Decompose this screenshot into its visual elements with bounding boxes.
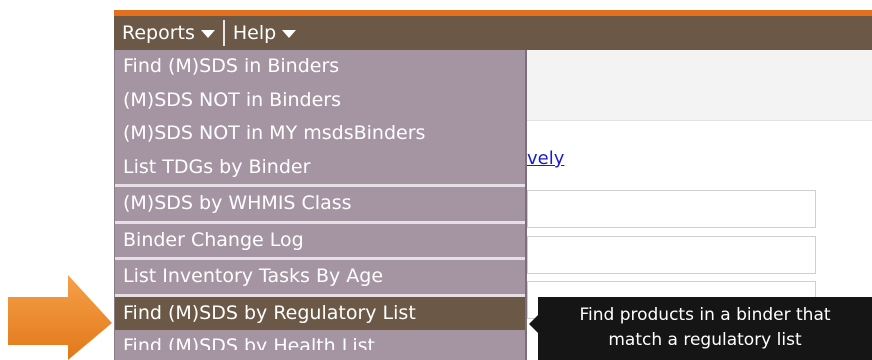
text-field[interactable] bbox=[527, 190, 816, 228]
tooltip-line: match a regulatory list bbox=[608, 330, 802, 350]
menu-item-find-msds-by-health-list[interactable]: Find (M)SDS by Health List bbox=[115, 330, 525, 350]
content-link[interactable]: vely bbox=[527, 148, 564, 169]
reports-menu-button[interactable]: Reports bbox=[114, 16, 223, 50]
tooltip-line: Find products in a binder that bbox=[579, 305, 831, 325]
arrow-right-icon bbox=[8, 275, 112, 360]
help-menu-label: Help bbox=[232, 22, 277, 44]
help-menu-button[interactable]: Help bbox=[225, 16, 304, 50]
menu-item-list-inventory-tasks[interactable]: List Inventory Tasks By Age bbox=[115, 257, 525, 294]
menu-item-binder-change-log[interactable]: Binder Change Log bbox=[115, 220, 525, 258]
reports-menu-label: Reports bbox=[122, 22, 195, 44]
caret-down-icon bbox=[282, 30, 297, 38]
menu-item-find-msds-in-binders[interactable]: Find (M)SDS in Binders bbox=[115, 50, 525, 84]
reports-dropdown-menu: Find (M)SDS in Binders (M)SDS NOT in Bin… bbox=[114, 50, 527, 360]
menu-item-msds-not-in-my-binders[interactable]: (M)SDS NOT in MY msdsBinders bbox=[115, 117, 525, 151]
menu-separator bbox=[222, 20, 225, 46]
caret-down-icon bbox=[200, 30, 215, 38]
menu-item-msds-not-in-binders[interactable]: (M)SDS NOT in Binders bbox=[115, 84, 525, 118]
menu-bar: Reports Help bbox=[114, 16, 872, 50]
menu-item-msds-by-whmis-class[interactable]: (M)SDS by WHMIS Class bbox=[115, 184, 525, 221]
menu-item-find-msds-by-regulatory-list[interactable]: Find (M)SDS by Regulatory List bbox=[115, 293, 525, 330]
menu-item-list-tdgs-by-binder[interactable]: List TDGs by Binder bbox=[115, 151, 525, 185]
content-header-bar bbox=[526, 50, 872, 121]
tooltip-pointer-icon bbox=[529, 315, 538, 333]
tooltip: Find products in a binder that match a r… bbox=[538, 297, 872, 360]
text-field[interactable] bbox=[527, 236, 816, 274]
